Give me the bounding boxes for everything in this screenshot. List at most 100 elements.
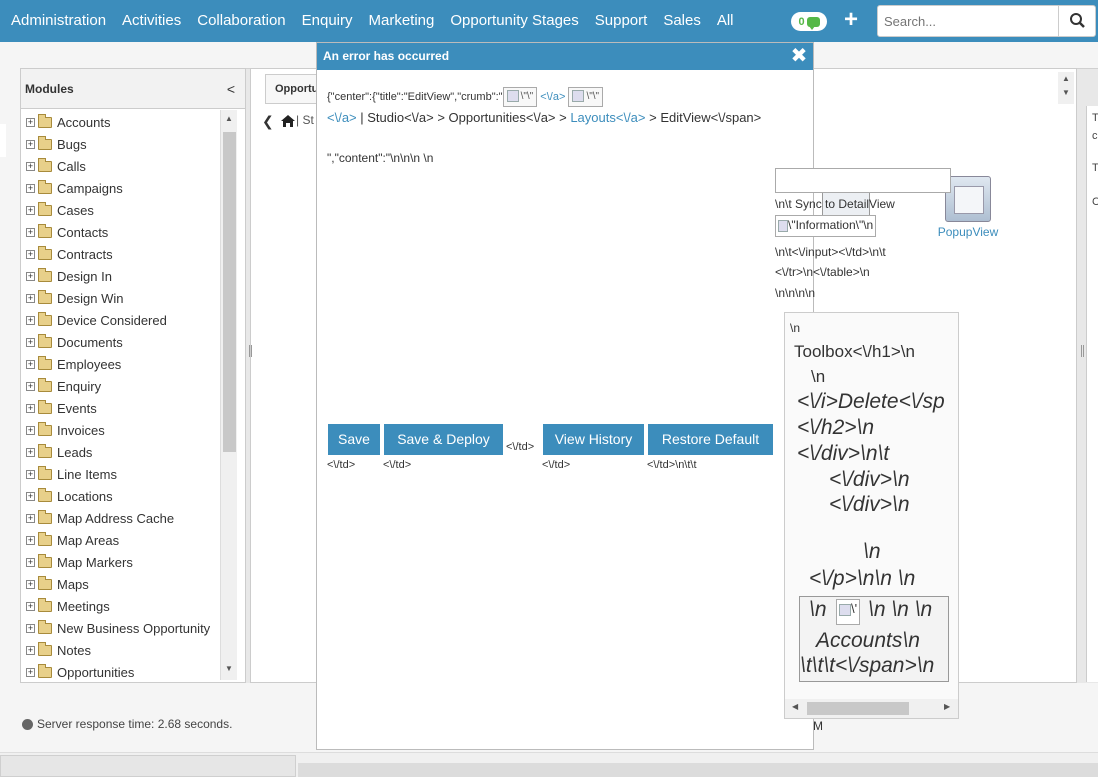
nav-item-collaboration[interactable]: Collaboration [189,0,293,42]
module-tree-item[interactable]: + Locations [23,485,241,507]
toolbox-accounts-box[interactable]: \n \' \n \n \n Accounts\n \t\t\t<\/span>… [799,596,949,682]
expand-plus-icon[interactable]: + [26,601,35,611]
horizontal-scrollbar[interactable] [0,752,1098,777]
expand-plus-icon[interactable]: + [26,315,35,325]
expand-plus-icon[interactable]: + [26,403,35,413]
module-tree-item[interactable]: + Calls [23,155,241,177]
save-button[interactable]: Save [328,424,380,455]
expand-plus-icon[interactable]: + [26,623,35,633]
nav-item-all[interactable]: All [709,0,742,42]
nav-item-marketing[interactable]: Marketing [360,0,442,42]
expand-plus-icon[interactable]: + [26,139,35,149]
home-icon[interactable] [280,114,296,133]
quick-create-button[interactable]: + [840,6,862,34]
module-label: Device Considered [57,312,167,328]
view-history-button[interactable]: View History [543,424,644,455]
module-tree-item[interactable]: + Events [23,397,241,419]
expand-plus-icon[interactable]: + [26,513,35,523]
module-tree-item[interactable]: + New Business Opportunity [23,617,241,639]
scroll-up-arrow-icon[interactable]: ▲ [225,114,233,123]
module-tree-item[interactable]: + Cases [23,199,241,221]
expand-plus-icon[interactable]: + [26,271,35,281]
search-icon [1070,13,1085,28]
expand-plus-icon[interactable]: + [26,491,35,501]
module-tree-item[interactable]: + Bugs [23,133,241,155]
expand-plus-icon[interactable]: + [26,447,35,457]
module-tree-item[interactable]: + Opportunities [23,661,241,681]
scroll-down-arrow-icon[interactable]: ▼ [225,664,233,673]
module-tree-item[interactable]: + Meetings [23,595,241,617]
module-label: Opportunities [57,664,135,680]
expand-plus-icon[interactable]: + [26,205,35,215]
raw-link[interactable]: <\/a> [327,110,357,125]
scroll-left-arrow-icon[interactable]: ◀ [792,702,798,711]
module-tree-item[interactable]: + Enquiry [23,375,241,397]
module-tree-item[interactable]: + Notes [23,639,241,661]
horizontal-scroll-thumb[interactable] [0,755,296,777]
toolbox-text: <\/p>\n\n \n [809,567,916,590]
nav-item-activities[interactable]: Activities [114,0,189,42]
module-tree-item[interactable]: + Documents [23,331,241,353]
module-tree-scrollbar[interactable]: ▲ ▼ [220,110,237,680]
expand-plus-icon[interactable]: + [26,579,35,589]
toolbox-scroll-thumb[interactable] [807,702,909,715]
raw-text-input[interactable] [775,168,951,193]
restore-default-button[interactable]: Restore Default [648,424,773,455]
toolbox-delete-text[interactable]: <\/i>Delete<\/sp [797,390,945,414]
module-tree-item[interactable]: + Map Address Cache [23,507,241,529]
nav-item-support[interactable]: Support [587,0,656,42]
module-tree-item[interactable]: + Contacts [23,221,241,243]
expand-plus-icon[interactable]: + [26,469,35,479]
expand-plus-icon[interactable]: + [26,249,35,259]
nav-item-opportunity-stages[interactable]: Opportunity Stages [442,0,586,42]
module-tree-item[interactable]: + Map Areas [23,529,241,551]
expand-plus-icon[interactable]: + [26,425,35,435]
layouts-link[interactable]: Layouts<\/a> [570,110,645,125]
folder-icon [38,267,52,282]
raw-link[interactable]: <\/a> [540,91,565,103]
scroll-right-arrow-icon[interactable]: ▶ [944,702,950,711]
splitter-handle-right[interactable] [1081,345,1084,357]
search-input[interactable] [877,5,1059,37]
expand-plus-icon[interactable]: + [26,557,35,567]
toolbox-horizontal-scrollbar[interactable]: ◀ ▶ [785,699,958,718]
splitter-handle-left[interactable] [249,345,252,357]
module-tree-item[interactable]: + Maps [23,573,241,595]
expand-plus-icon[interactable]: + [26,293,35,303]
tab-scroll-arrows[interactable]: ▲ ▼ [1058,72,1074,104]
expand-plus-icon[interactable]: + [26,183,35,193]
expand-plus-icon[interactable]: + [26,161,35,171]
horizontal-scroll-track[interactable] [298,763,1098,777]
module-tree-item[interactable]: + Invoices [23,419,241,441]
expand-plus-icon[interactable]: + [26,117,35,127]
close-icon[interactable]: ✖ [789,45,809,67]
module-tree-item[interactable]: + Map Markers [23,551,241,573]
expand-plus-icon[interactable]: + [26,381,35,391]
module-tree-item[interactable]: + Accounts [23,111,241,133]
expand-plus-icon[interactable]: + [26,359,35,369]
expand-plus-icon[interactable]: + [26,535,35,545]
search-button[interactable] [1058,5,1096,37]
module-tree-item[interactable]: + Leads [23,441,241,463]
expand-plus-icon[interactable]: + [26,667,35,677]
module-tree-item[interactable]: + Device Considered [23,309,241,331]
module-tree-item[interactable]: + Design Win [23,287,241,309]
notifications-button[interactable]: 0 [791,12,827,31]
error-dialog-title: An error has occurred [323,49,450,63]
expand-plus-icon[interactable]: + [26,227,35,237]
nav-item-sales[interactable]: Sales [655,0,709,42]
scroll-thumb[interactable] [223,132,236,452]
module-tree-item[interactable]: + Campaigns [23,177,241,199]
chevron-left-icon[interactable]: ❮ [262,113,274,130]
save-deploy-button[interactable]: Save & Deploy [384,424,503,455]
nav-item-enquiry[interactable]: Enquiry [294,0,361,42]
collapse-panel-button[interactable]: < [227,81,235,97]
module-tree-item[interactable]: + Employees [23,353,241,375]
toolbox-text: \t\t\t<\/span>\n [800,654,935,677]
module-tree-item[interactable]: + Line Items [23,463,241,485]
module-tree-item[interactable]: + Contracts [23,243,241,265]
expand-plus-icon[interactable]: + [26,645,35,655]
expand-plus-icon[interactable]: + [26,337,35,347]
nav-item-administration[interactable]: Administration [0,0,114,42]
module-tree-item[interactable]: + Design In [23,265,241,287]
